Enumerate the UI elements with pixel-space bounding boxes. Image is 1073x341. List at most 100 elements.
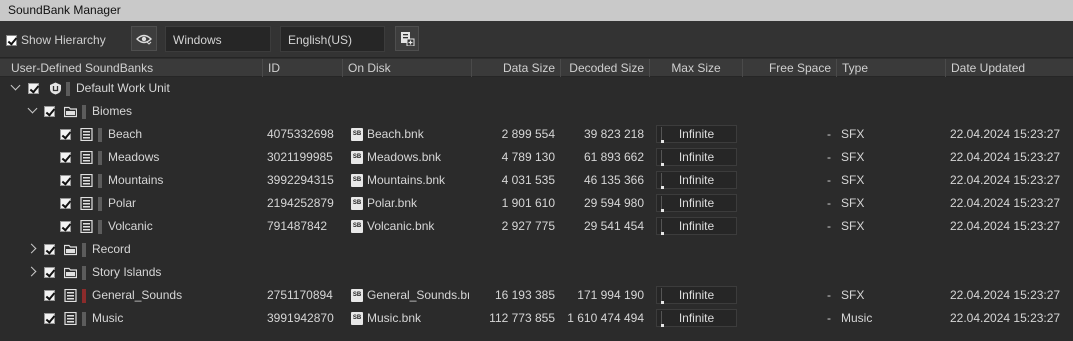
header-type[interactable]: Type <box>836 59 945 77</box>
decoded-size: 29 541 454 <box>583 219 644 233</box>
tree-row-folder[interactable]: Record <box>0 238 1073 261</box>
include-checkbox[interactable] <box>60 175 71 186</box>
soundbank-icon <box>80 151 93 164</box>
date-updated: 22.04.2024 15:23:27 <box>950 150 1061 164</box>
max-size-field[interactable]: Infinite <box>656 171 737 189</box>
tree-row-soundbank[interactable]: Music 3991942870 SB Music.bnk 112 773 85… <box>0 307 1073 330</box>
language-select[interactable]: English(US) <box>280 26 385 52</box>
toolbar: Show Hierarchy Windows English(US) <box>0 21 1073 58</box>
decoded-size: 1 610 474 494 <box>567 311 644 325</box>
soundbank-add-icon <box>400 32 414 46</box>
header-id[interactable]: ID <box>262 59 342 77</box>
tree-row-folder[interactable]: Story Islands <box>0 261 1073 284</box>
tree-row-soundbank[interactable]: Beach 4075332698 SB Beach.bnk 2 899 554 … <box>0 123 1073 146</box>
include-checkbox[interactable] <box>44 106 55 117</box>
header-decoded-size[interactable]: Decoded Size <box>560 59 649 77</box>
data-size: 2 927 775 <box>501 219 555 233</box>
header-data-size[interactable]: Data Size <box>471 59 560 77</box>
free-space: - <box>827 219 831 233</box>
include-checkbox[interactable] <box>28 83 39 94</box>
color-marker <box>82 312 86 326</box>
show-hierarchy-toggle[interactable]: Show Hierarchy <box>6 33 106 47</box>
platform-select[interactable]: Windows <box>165 26 271 52</box>
max-size-field[interactable]: Infinite <box>656 286 737 304</box>
tree-row-workunit[interactable]: Default Work Unit <box>0 77 1073 100</box>
bnk-file-icon: SB <box>351 220 363 233</box>
bank-type: SFX <box>841 127 865 141</box>
decoded-size: 171 994 190 <box>577 288 644 302</box>
max-size-field[interactable]: Infinite <box>656 217 737 235</box>
data-size: 4 789 130 <box>501 150 555 164</box>
bank-file: Meadows.bnk <box>367 150 442 164</box>
max-size-field[interactable]: Infinite <box>656 194 737 212</box>
include-checkbox[interactable] <box>60 221 71 232</box>
tree-row-soundbank[interactable]: General_Sounds 2751170894 SB General_Sou… <box>0 284 1073 307</box>
bank-id: 3021199985 <box>267 150 333 164</box>
bank-id: 3991942870 <box>267 311 334 325</box>
bank-file: Music.bnk <box>367 311 422 325</box>
bank-file: Mountains.bnk <box>367 173 446 187</box>
header-name[interactable]: User-Defined SoundBanks <box>0 59 262 77</box>
tree-row-soundbank[interactable]: Volcanic 791487842 SB Volcanic.bnk 2 927… <box>0 215 1073 238</box>
item-name: Record <box>92 242 131 256</box>
show-hierarchy-checkbox[interactable] <box>6 34 17 46</box>
folder-icon <box>64 106 77 118</box>
include-checkbox[interactable] <box>44 267 55 278</box>
bank-id: 2194252879 <box>267 196 334 210</box>
soundbank-icon <box>80 128 93 141</box>
free-space: - <box>827 127 831 141</box>
data-size: 1 901 610 <box>501 196 555 210</box>
include-checkbox[interactable] <box>44 244 55 255</box>
item-name: General_Sounds <box>92 288 183 302</box>
include-checkbox[interactable] <box>60 152 71 163</box>
bank-type: SFX <box>841 173 865 187</box>
bank-file: Polar.bnk <box>367 196 418 210</box>
max-size-field[interactable]: Infinite <box>656 125 737 143</box>
soundbank-icon <box>80 220 93 233</box>
color-marker <box>98 220 102 234</box>
generate-soundbank-button[interactable] <box>395 26 419 51</box>
chevron-down-icon[interactable] <box>10 80 21 91</box>
item-name: Volcanic <box>108 219 153 233</box>
tree-row-soundbank[interactable]: Meadows 3021199985 SB Meadows.bnk 4 789 … <box>0 146 1073 169</box>
color-marker <box>98 151 102 165</box>
bnk-file-icon: SB <box>351 128 363 141</box>
free-space: - <box>827 173 831 187</box>
header-date-updated[interactable]: Date Updated <box>945 59 1073 77</box>
include-checkbox[interactable] <box>44 290 55 301</box>
color-marker <box>82 266 86 280</box>
chevron-right-icon[interactable] <box>26 243 37 254</box>
tree-row-soundbank[interactable]: Polar 2194252879 SB Polar.bnk 1 901 610 … <box>0 192 1073 215</box>
include-checkbox[interactable] <box>60 129 71 140</box>
bank-type: SFX <box>841 150 865 164</box>
folder-icon <box>64 244 77 256</box>
chevron-right-icon[interactable] <box>26 266 37 277</box>
item-name: Music <box>92 311 124 325</box>
bank-type: SFX <box>841 288 865 302</box>
bank-type: SFX <box>841 196 865 210</box>
decoded-size: 29 594 980 <box>583 196 644 210</box>
soundbank-icon <box>64 289 77 302</box>
workunit-icon <box>50 82 61 95</box>
chevron-down-icon[interactable] <box>27 103 38 114</box>
tree-row-folder[interactable]: Biomes <box>0 100 1073 123</box>
show-hierarchy-label: Show Hierarchy <box>21 33 106 47</box>
bank-file: Volcanic.bnk <box>367 219 435 233</box>
date-updated: 22.04.2024 15:23:27 <box>950 127 1061 141</box>
bank-type: SFX <box>841 219 865 233</box>
header-max-size[interactable]: Max Size <box>649 59 742 77</box>
visibility-button[interactable] <box>131 26 157 51</box>
color-marker <box>66 82 70 96</box>
soundbank-icon <box>64 312 77 325</box>
header-on-disk[interactable]: On Disk <box>342 59 471 77</box>
max-size-field[interactable]: Infinite <box>656 148 737 166</box>
include-checkbox[interactable] <box>60 198 71 209</box>
header-free-space[interactable]: Free Space <box>742 59 836 77</box>
item-name: Biomes <box>92 104 133 118</box>
data-size: 2 899 554 <box>501 127 555 141</box>
bank-file: General_Sounds.bn <box>367 288 469 302</box>
tree-row-soundbank[interactable]: Mountains 3992294315 SB Mountains.bnk 4 … <box>0 169 1073 192</box>
include-checkbox[interactable] <box>44 313 55 324</box>
max-size-field[interactable]: Infinite <box>656 309 737 327</box>
item-name: Default Work Unit <box>76 81 170 95</box>
